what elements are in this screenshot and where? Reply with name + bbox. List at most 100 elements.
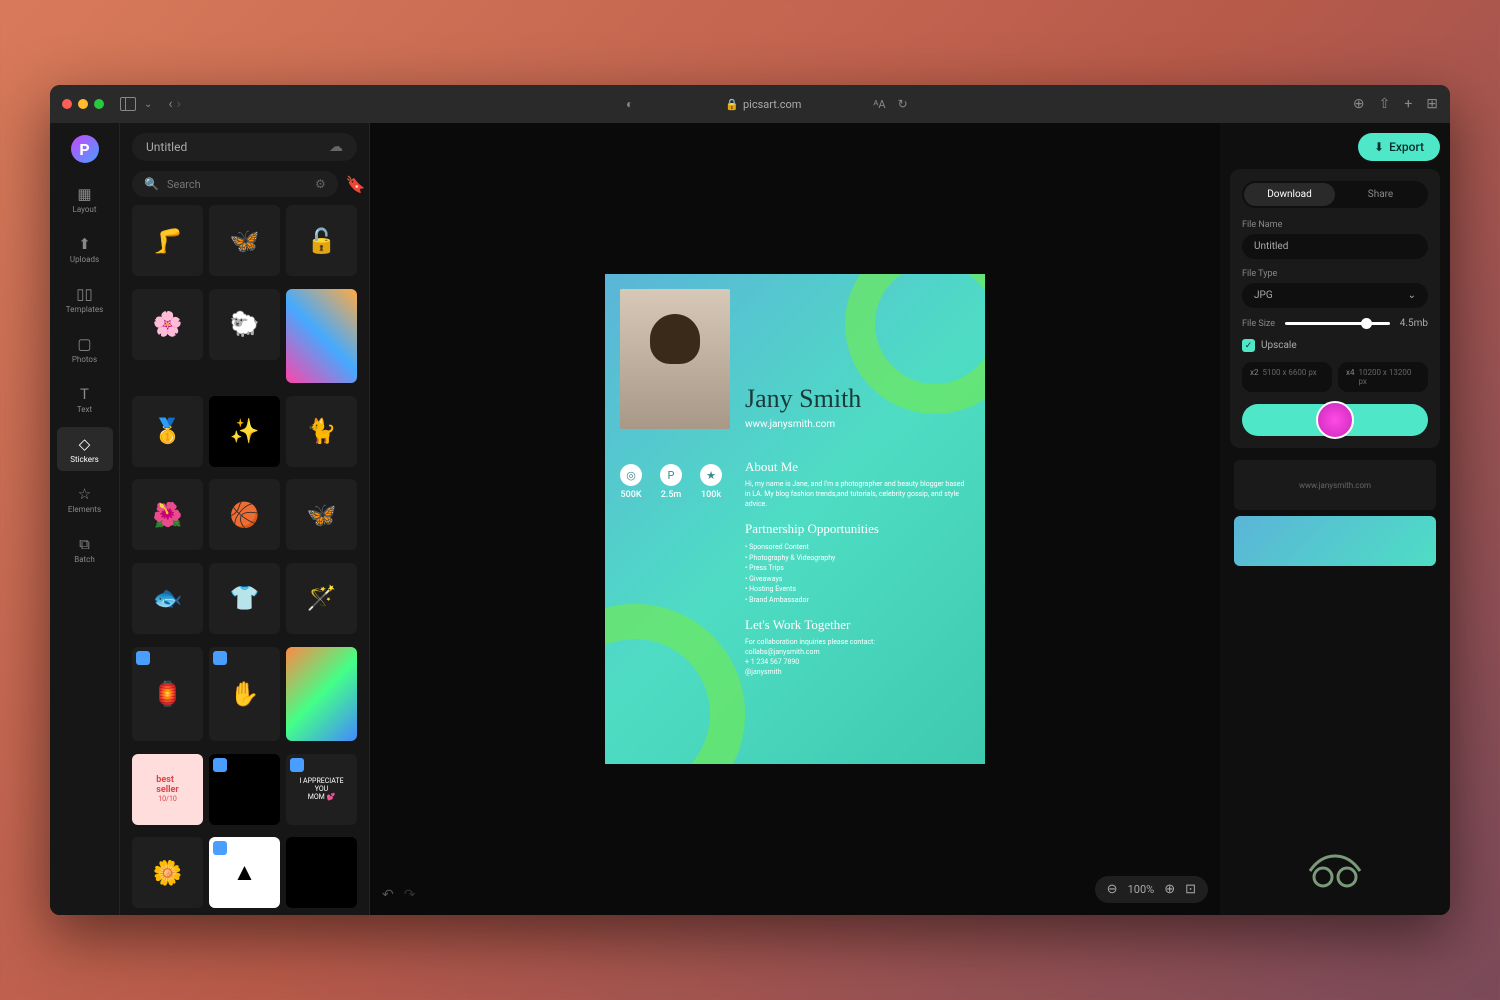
- nav-photos[interactable]: ▢Photos: [57, 327, 113, 371]
- stat-other[interactable]: ★100k: [700, 464, 722, 500]
- sticker-item[interactable]: 🏀: [209, 479, 280, 550]
- work-text[interactable]: For collaboration inquiries please conta…: [745, 638, 970, 677]
- sticker-item[interactable]: 🐈: [286, 396, 357, 467]
- sticker-item[interactable]: 👕: [209, 563, 280, 634]
- sticker-item[interactable]: 🪄: [286, 563, 357, 634]
- undo-button[interactable]: ↶: [382, 887, 394, 903]
- dim-size: 10200 x 13200 px: [1358, 368, 1420, 386]
- sticker-item[interactable]: ▲: [209, 837, 280, 908]
- zoom-in-button[interactable]: ⊕: [1164, 882, 1175, 897]
- filter-icon[interactable]: ⚙: [315, 177, 326, 191]
- sticker-item[interactable]: ✨: [209, 396, 280, 467]
- filesize-value: 4.5mb: [1400, 318, 1428, 329]
- sticker-item[interactable]: 🦵: [132, 205, 203, 276]
- stat-instagram[interactable]: ◎500K: [620, 464, 642, 500]
- maximize-window[interactable]: [94, 99, 104, 109]
- layer-item[interactable]: www.janysmith.com: [1234, 460, 1436, 510]
- sticker-item[interactable]: 🌼: [132, 837, 203, 908]
- partnership-heading[interactable]: Partnership Opportunities: [745, 521, 970, 537]
- url-bar[interactable]: 🔒 picsart.com: [725, 98, 801, 111]
- tab-download[interactable]: Download: [1244, 183, 1335, 206]
- filetype-select[interactable]: JPG ⌄: [1242, 283, 1428, 308]
- partnership-list[interactable]: • Sponsored Content• Photography & Video…: [745, 542, 970, 605]
- website-url[interactable]: www.janysmith.com: [745, 419, 835, 430]
- layer-eyes-icon[interactable]: [1305, 841, 1365, 901]
- nav-text[interactable]: TText: [57, 377, 113, 421]
- document-title[interactable]: Untitled ☁: [132, 133, 357, 161]
- chevron-down-icon[interactable]: ⌄: [144, 99, 152, 110]
- toggle-thumb[interactable]: [1316, 401, 1354, 439]
- nav-elements[interactable]: ☆Elements: [57, 477, 113, 521]
- download-icon[interactable]: ⊕: [1353, 96, 1365, 112]
- tabs-icon[interactable]: ⊞: [1426, 96, 1438, 112]
- tool-sidebar: P ▦Layout ⬆Uploads ▯▯Templates ▢Photos T…: [50, 123, 120, 915]
- filesize-slider[interactable]: [1285, 322, 1390, 325]
- shield-icon[interactable]: ◐: [626, 97, 633, 111]
- canvas-content: About Me Hi, my name is Jane, and I'm a …: [745, 459, 970, 690]
- browser-titlebar: ⌄ ‹ › ◐ 🔒 picsart.com ᴬA ↻ ⊕ ⇧ + ⊞: [50, 85, 1450, 123]
- nav-label: Uploads: [70, 255, 99, 264]
- new-tab-icon[interactable]: +: [1404, 96, 1412, 112]
- sticker-item[interactable]: 🦋: [209, 205, 280, 276]
- stat-pinterest[interactable]: P2.5m: [660, 464, 682, 500]
- batch-icon: ⧉: [76, 535, 94, 553]
- nav-label: Templates: [66, 305, 103, 314]
- zoom-out-button[interactable]: ⊖: [1107, 882, 1118, 897]
- sidebar-toggle-icon[interactable]: [120, 97, 136, 111]
- refresh-icon[interactable]: ↻: [898, 97, 908, 111]
- nav-stickers[interactable]: ◇Stickers: [57, 427, 113, 471]
- sticker-item[interactable]: I APPRECIATEYOUMOM 💕: [286, 754, 357, 825]
- about-text[interactable]: Hi, my name is Jane, and I'm a photograp…: [745, 480, 970, 509]
- fit-button[interactable]: ⊡: [1185, 882, 1196, 897]
- forward-button[interactable]: ›: [177, 96, 181, 112]
- tab-share[interactable]: Share: [1335, 183, 1426, 206]
- nav-batch[interactable]: ⧉Batch: [57, 527, 113, 571]
- nav-layout[interactable]: ▦Layout: [57, 177, 113, 221]
- nav-uploads[interactable]: ⬆Uploads: [57, 227, 113, 271]
- filesize-label: File Size: [1242, 319, 1275, 329]
- minimize-window[interactable]: [78, 99, 88, 109]
- sticker-item[interactable]: [286, 647, 357, 742]
- redo-button[interactable]: ↷: [404, 887, 416, 903]
- slider-thumb[interactable]: [1361, 318, 1372, 329]
- share-icon[interactable]: ⇧: [1379, 96, 1391, 112]
- sticker-item[interactable]: 🌺: [132, 479, 203, 550]
- sticker-item[interactable]: 🌸: [132, 289, 203, 360]
- sticker-item[interactable]: 🐑: [209, 289, 280, 360]
- nav-templates[interactable]: ▯▯Templates: [57, 277, 113, 321]
- profile-photo[interactable]: [620, 289, 730, 429]
- sticker-item[interactable]: ✋: [209, 647, 280, 742]
- stat-value: 500K: [620, 490, 641, 500]
- bookmark-icon[interactable]: 🔖: [346, 175, 366, 194]
- layer-item[interactable]: [1234, 516, 1436, 566]
- sticker-item[interactable]: 🐟: [132, 563, 203, 634]
- export-button[interactable]: ⬇ Export: [1358, 133, 1440, 161]
- sticker-item[interactable]: 🦋: [286, 479, 357, 550]
- picsart-logo[interactable]: P: [71, 135, 99, 163]
- about-heading[interactable]: About Me: [745, 459, 970, 475]
- sticker-item[interactable]: ❄: [286, 837, 357, 908]
- sticker-item[interactable]: 🏮: [132, 647, 203, 742]
- upscale-checkbox[interactable]: ✓: [1242, 339, 1255, 352]
- reader-icon[interactable]: ᴬA: [873, 98, 885, 111]
- export-label: Export: [1389, 140, 1424, 154]
- sticker-item[interactable]: bestseller10/10: [132, 754, 203, 825]
- export-tabs: Download Share: [1242, 181, 1428, 208]
- dimension-option-4x[interactable]: x410200 x 13200 px: [1338, 362, 1428, 392]
- filename-input[interactable]: [1242, 234, 1428, 259]
- nav-label: Layout: [73, 205, 97, 214]
- search-box[interactable]: 🔍 ⚙: [132, 171, 338, 197]
- nav-label: Text: [77, 405, 92, 414]
- profile-name[interactable]: Jany Smith: [745, 384, 861, 414]
- sticker-item[interactable]: 🔓: [286, 205, 357, 276]
- back-button[interactable]: ‹: [168, 96, 172, 112]
- sticker-item[interactable]: 🥇: [132, 396, 203, 467]
- sticker-item[interactable]: [286, 289, 357, 384]
- dimension-option-2x[interactable]: x25100 x 6600 px: [1242, 362, 1332, 392]
- design-canvas[interactable]: Jany Smith www.janysmith.com ◎500K P2.5m…: [605, 274, 985, 764]
- work-heading[interactable]: Let's Work Together: [745, 617, 970, 633]
- search-input[interactable]: [167, 178, 307, 191]
- close-window[interactable]: [62, 99, 72, 109]
- export-toggle[interactable]: [1242, 404, 1428, 436]
- sticker-item[interactable]: [209, 754, 280, 825]
